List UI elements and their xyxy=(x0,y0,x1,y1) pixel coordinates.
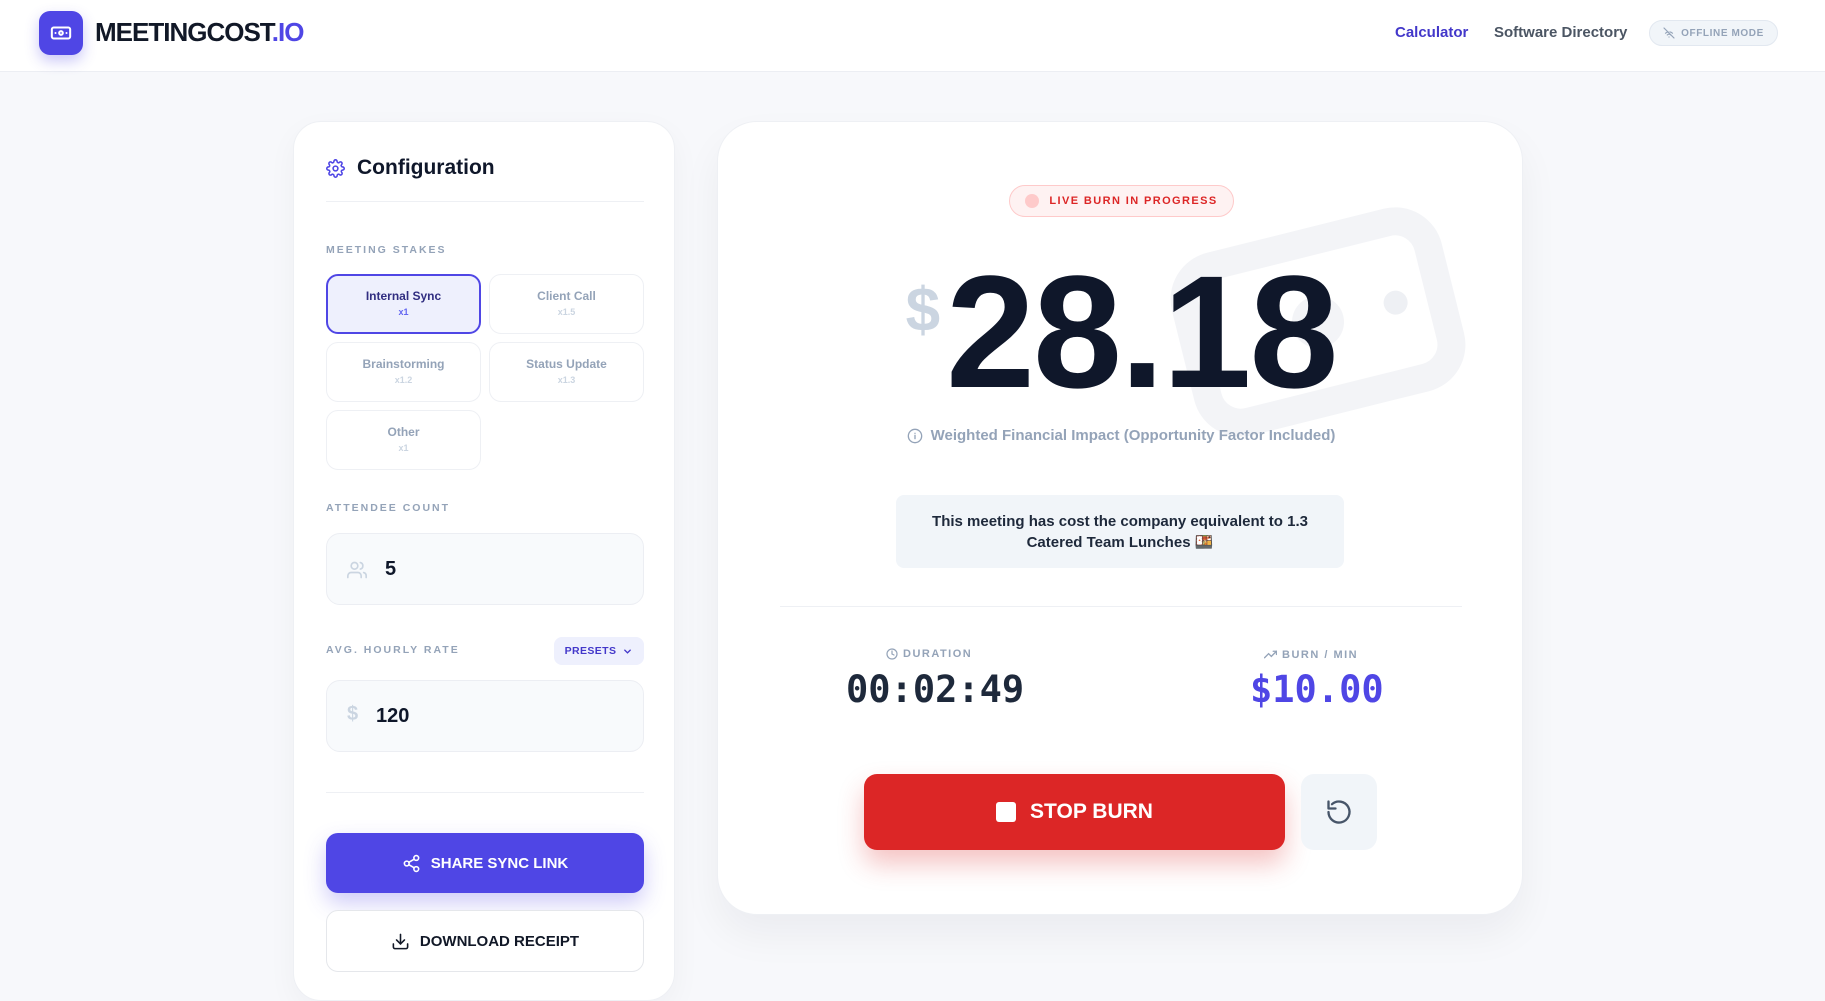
top-header: MEETINGCOST.IO Calculator Software Direc… xyxy=(0,0,1825,72)
nav-calculator[interactable]: Calculator xyxy=(1395,24,1468,41)
live-burn-status-badge: LIVE BURN IN PROGRESS xyxy=(1009,185,1234,217)
stake-name: Internal Sync xyxy=(365,289,442,303)
share-sync-link-label: SHARE SYNC LINK xyxy=(430,854,569,872)
hourly-rate-input[interactable]: $ 120 xyxy=(326,680,644,752)
wifi-off-icon xyxy=(1663,27,1675,39)
cost-equivalent-message: This meeting has cost the company equiva… xyxy=(896,495,1344,568)
stake-name: Status Update xyxy=(526,357,607,371)
download-icon xyxy=(392,933,409,949)
stake-multiplier: x1 xyxy=(398,307,409,317)
attendee-count-value: 5 xyxy=(385,558,397,580)
stop-icon xyxy=(996,802,1017,822)
logo-badge[interactable] xyxy=(39,11,83,55)
configuration-divider xyxy=(326,201,644,202)
actions-divider xyxy=(326,792,644,793)
live-indicator-dot xyxy=(1025,194,1040,208)
logo-wordmark[interactable]: MEETINGCOST.IO xyxy=(95,17,305,48)
logo-main: MEETINGCOST xyxy=(95,17,273,47)
share-sync-link-button[interactable]: SHARE SYNC LINK xyxy=(326,833,644,893)
attendee-count-input[interactable]: 5 xyxy=(326,533,644,605)
live-burn-label: LIVE BURN IN PROGRESS xyxy=(1049,195,1218,207)
stake-name: Other xyxy=(387,425,420,439)
burn-rate-label-text: BURN / MIN xyxy=(1282,648,1359,661)
stop-burn-label: STOP BURN xyxy=(1030,800,1153,823)
reset-button[interactable] xyxy=(1301,774,1377,850)
stake-multiplier: x1.3 xyxy=(557,375,576,385)
stake-status-update[interactable]: Status Update x1.3 xyxy=(489,342,644,402)
stake-multiplier: x1.2 xyxy=(394,375,413,385)
total-cost-value: 28.18 xyxy=(946,242,1338,421)
stake-name: Brainstorming xyxy=(362,357,445,371)
stake-client-call[interactable]: Client Call x1.5 xyxy=(489,274,644,334)
info-icon xyxy=(907,428,922,443)
duration-label-text: DURATION xyxy=(903,648,973,660)
stake-multiplier: x1.5 xyxy=(557,307,576,317)
stats-divider xyxy=(780,606,1462,607)
cost-display: $ 28.18 xyxy=(718,242,1522,421)
share-icon xyxy=(403,854,420,872)
hourly-rate-label: AVG. HOURLY RATE xyxy=(326,644,460,656)
stake-multiplier: x1 xyxy=(398,443,409,453)
presets-label: PRESETS xyxy=(564,645,617,657)
burn-rate-value: $10.00 xyxy=(1250,668,1384,711)
live-cost-card: LIVE BURN IN PROGRESS $ 28.18 Weighted F… xyxy=(717,121,1523,915)
configuration-panel: Configuration MEETING STAKES Internal Sy… xyxy=(293,121,675,1001)
impact-caption: Weighted Financial Impact (Opportunity F… xyxy=(718,427,1522,444)
stake-other[interactable]: Other x1 xyxy=(326,410,481,470)
users-icon xyxy=(347,561,367,579)
dollar-icon: $ xyxy=(347,703,359,725)
chevron-down-icon xyxy=(624,648,632,654)
burn-rate-label: BURN / MIN xyxy=(1264,648,1358,661)
presets-dropdown[interactable]: PRESETS xyxy=(554,637,644,665)
configuration-title: Configuration xyxy=(357,156,495,179)
download-receipt-button[interactable]: DOWNLOAD RECEIPT xyxy=(326,910,644,972)
currency-symbol: $ xyxy=(905,276,941,345)
impact-label: Weighted Financial Impact (Opportunity F… xyxy=(930,427,1336,444)
hourly-rate-value: 120 xyxy=(376,705,410,727)
offline-mode-toggle[interactable]: OFFLINE MODE xyxy=(1649,20,1778,46)
meeting-stakes-label: MEETING STAKES xyxy=(326,244,447,256)
trending-up-icon xyxy=(1264,650,1277,659)
duration-value: 00:02:49 xyxy=(846,668,1025,711)
stake-name: Client Call xyxy=(537,289,596,303)
nav-software-directory[interactable]: Software Directory xyxy=(1494,24,1627,41)
banknote-icon xyxy=(50,26,72,40)
configuration-header: Configuration xyxy=(326,156,495,180)
stake-brainstorming[interactable]: Brainstorming x1.2 xyxy=(326,342,481,402)
stake-internal-sync[interactable]: Internal Sync x1 xyxy=(326,274,481,334)
reset-icon xyxy=(1327,800,1351,824)
stop-burn-button[interactable]: STOP BURN xyxy=(864,774,1285,850)
attendee-count-label: ATTENDEE COUNT xyxy=(326,502,451,514)
duration-label: DURATION xyxy=(886,648,972,660)
download-receipt-label: DOWNLOAD RECEIPT xyxy=(419,932,580,950)
offline-mode-label: OFFLINE MODE xyxy=(1681,27,1764,39)
gear-icon xyxy=(326,158,345,178)
logo-accent: .IO xyxy=(271,17,305,47)
clock-icon xyxy=(886,648,898,660)
